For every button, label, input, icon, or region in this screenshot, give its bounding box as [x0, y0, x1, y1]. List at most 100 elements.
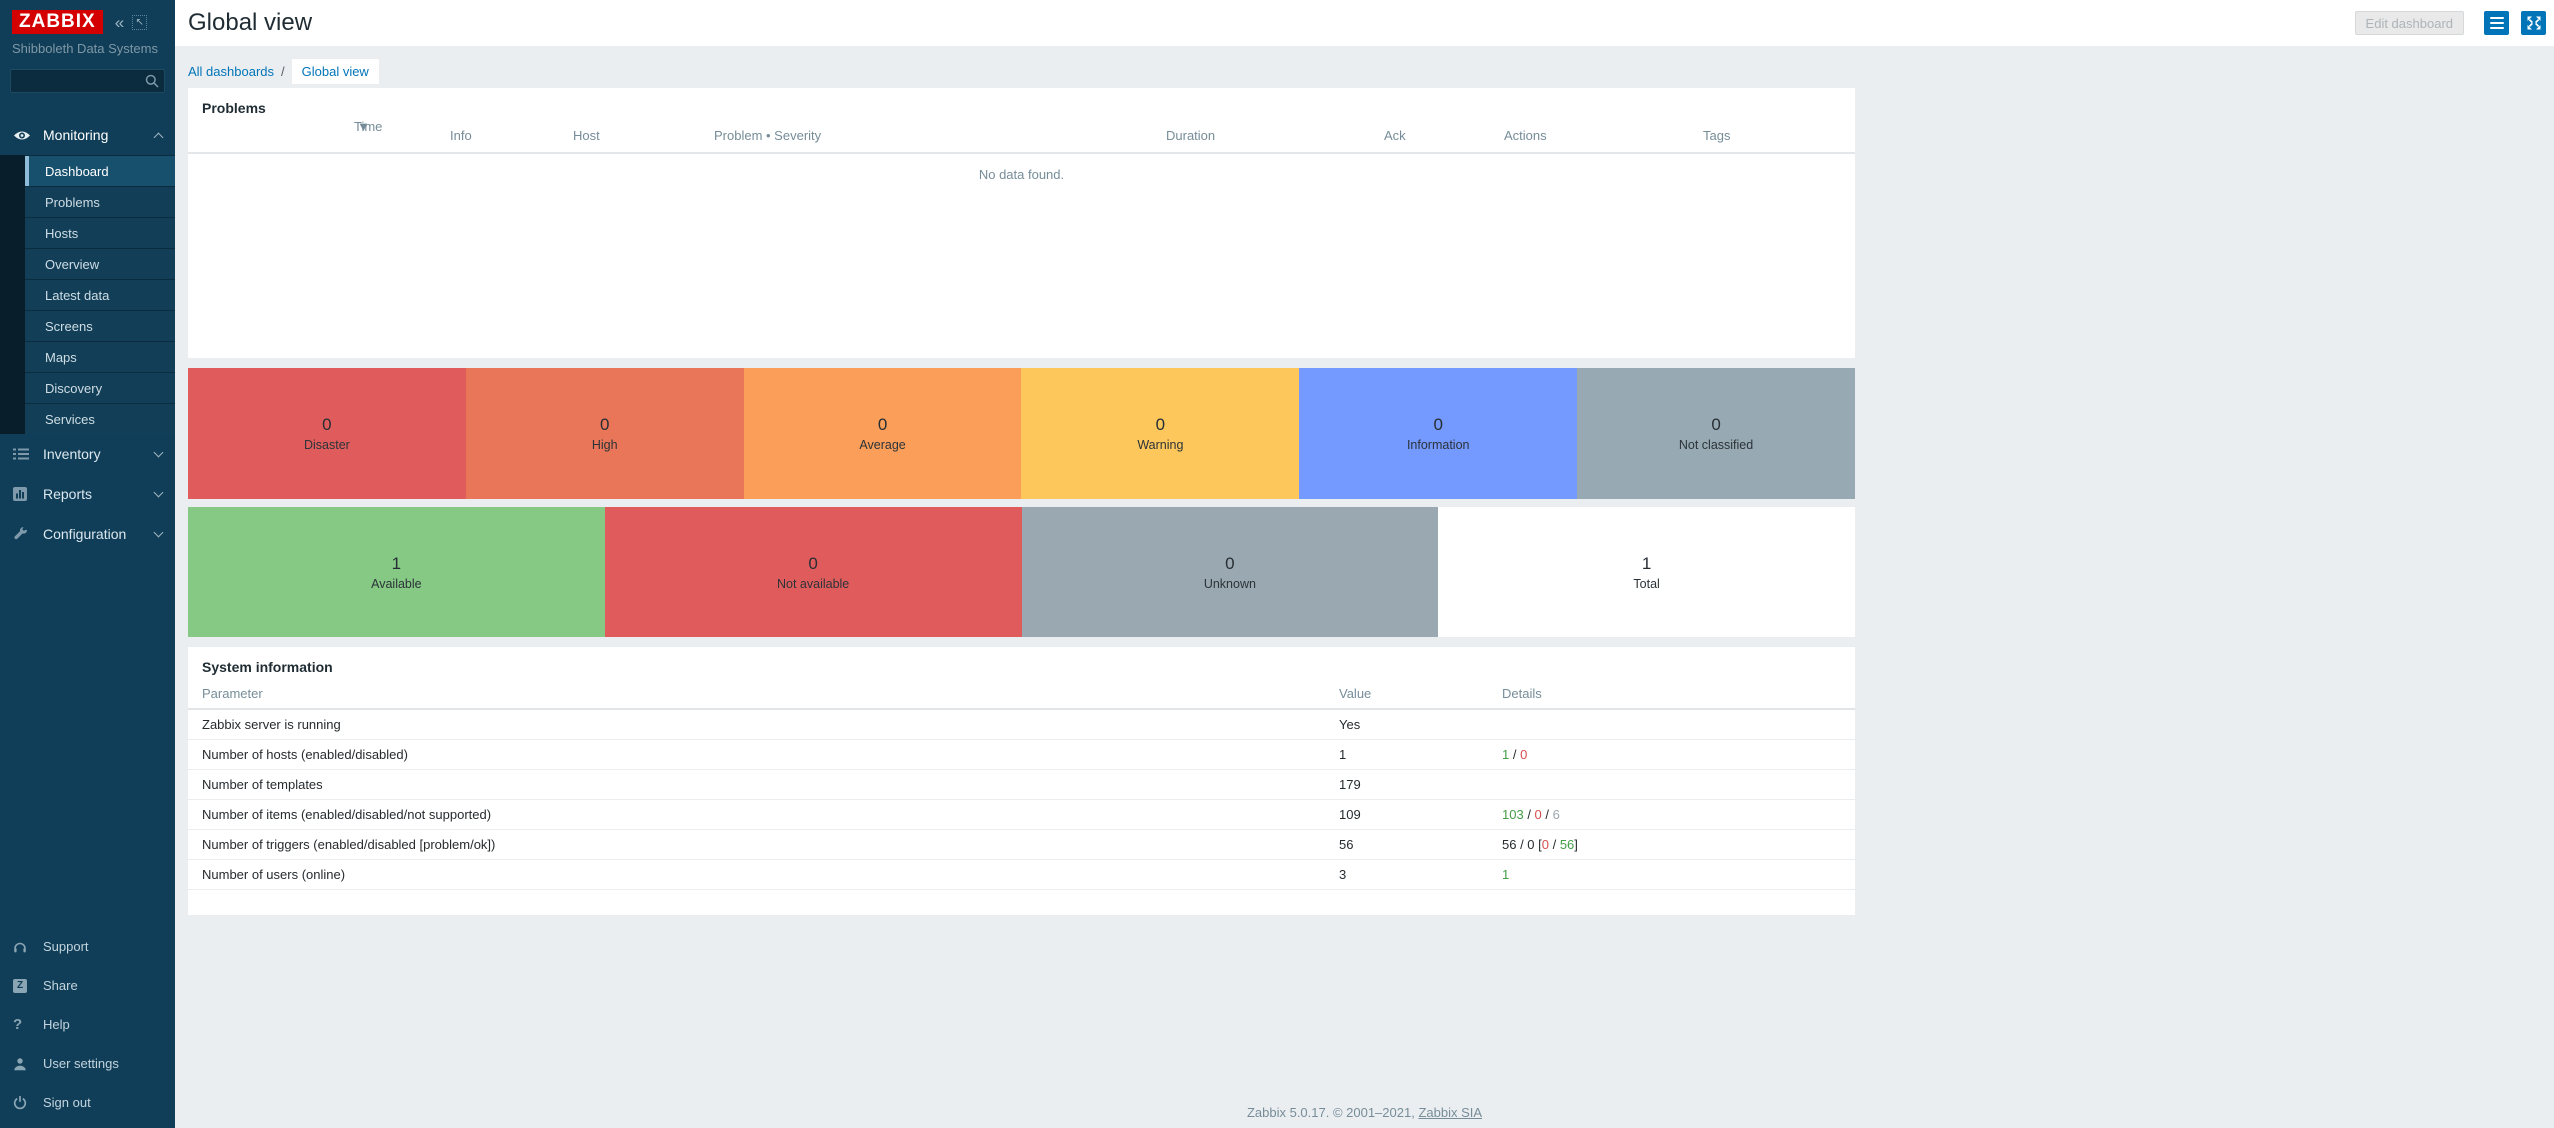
sidebar-item-label: Support [43, 939, 89, 954]
availability-count: 0 [1225, 554, 1234, 574]
details-cell: 1 [1502, 859, 1855, 889]
severity-count: 0 [1433, 415, 1442, 435]
zabbix-logo[interactable]: ZABBIX [12, 10, 103, 34]
sidebar-item-user-settings[interactable]: User settings [0, 1044, 175, 1083]
sidebar-item-label: User settings [43, 1056, 119, 1071]
eye-icon [13, 129, 43, 142]
breadcrumb-separator: / [281, 64, 285, 79]
edit-dashboard-button[interactable]: Edit dashboard [2355, 11, 2464, 35]
list-icon [13, 448, 43, 460]
availability-block-not-available[interactable]: 0 Not available [605, 507, 1022, 637]
sidebar-section-label: Reports [43, 486, 155, 502]
sidebar-menu: Monitoring Dashboard Problems Hosts Over… [0, 115, 175, 554]
value-cell: 179 [1339, 769, 1502, 799]
collapse-sidebar-icon[interactable]: « [115, 14, 124, 31]
sidebar-item-label: Share [43, 978, 78, 993]
severity-block-disaster[interactable]: 0 Disaster [188, 368, 466, 499]
chevron-up-icon [154, 132, 164, 142]
page-title: Global view [188, 9, 2355, 37]
dashboard-content: All dashboards / Global view Problems Ti… [175, 58, 2554, 915]
column-header-host: Host [573, 128, 600, 143]
power-icon [13, 1095, 43, 1110]
headset-icon [13, 940, 43, 954]
sidebar-item-hosts[interactable]: Hosts [25, 217, 175, 248]
search-input[interactable] [10, 69, 165, 93]
value-cell: 1 [1339, 739, 1502, 769]
availability-block-unknown[interactable]: 0 Unknown [1022, 507, 1439, 637]
sidebar-item-overview[interactable]: Overview [25, 248, 175, 279]
severity-label: Disaster [304, 438, 350, 452]
column-header-parameter: Parameter [188, 679, 1339, 709]
table-row: Number of hosts (enabled/disabled) 1 1 /… [188, 739, 1855, 769]
severity-count: 0 [322, 415, 331, 435]
fullscreen-icon [2527, 16, 2541, 30]
column-header-duration: Duration [1166, 128, 1215, 143]
availability-label: Total [1633, 577, 1659, 591]
availability-label: Unknown [1204, 577, 1256, 591]
severity-block-warning[interactable]: 0 Warning [1021, 368, 1299, 499]
parameter-cell: Number of users (online) [188, 859, 1339, 889]
details-cell: 1 / 0 [1502, 739, 1855, 769]
sidebar-item-help[interactable]: ? Help [0, 1005, 175, 1044]
sidebar-section-inventory[interactable]: Inventory [0, 434, 175, 474]
severity-block-information[interactable]: 0 Information [1299, 368, 1577, 499]
zabbix-sia-link[interactable]: Zabbix SIA [1418, 1105, 1482, 1120]
severity-label: Warning [1137, 438, 1183, 452]
sidebar-item-screens[interactable]: Screens [25, 310, 175, 341]
value-cell: 109 [1339, 799, 1502, 829]
sidebar-item-latest-data[interactable]: Latest data [25, 279, 175, 310]
help-icon: ? [13, 1016, 43, 1033]
search-icon[interactable] [145, 74, 159, 91]
details-cell [1502, 709, 1855, 739]
sidebar-item-maps[interactable]: Maps [25, 341, 175, 372]
severity-label: Information [1407, 438, 1470, 452]
hide-sidebar-icon[interactable]: ↖ [132, 15, 147, 30]
severity-block-not-classified[interactable]: 0 Not classified [1577, 368, 1855, 499]
severity-block-average[interactable]: 0 Average [744, 368, 1022, 499]
column-header-ack: Ack [1384, 128, 1406, 143]
kiosk-mode-button[interactable] [2521, 11, 2546, 35]
availability-count: 1 [392, 554, 401, 574]
sidebar-item-support[interactable]: Support [0, 927, 175, 966]
parameter-cell: Number of items (enabled/disabled/not su… [188, 799, 1339, 829]
severity-block-high[interactable]: 0 High [466, 368, 744, 499]
breadcrumb-all-dashboards-link[interactable]: All dashboards [188, 64, 274, 79]
sidebar-item-share[interactable]: Z Share [0, 966, 175, 1005]
sidebar-footer: Support Z Share ? Help User settings Sig… [0, 927, 175, 1122]
column-header-problem-severity: Problem • Severity [714, 128, 821, 143]
monitoring-submenu: Dashboard Problems Hosts Overview Latest… [0, 155, 175, 434]
sort-desc-icon: ▼ [357, 119, 370, 134]
version-text: Zabbix 5.0.17. © 2001–2021, [1247, 1105, 1418, 1120]
hamburger-icon [2490, 17, 2504, 30]
dashboard-menu-button[interactable] [2484, 11, 2509, 35]
severity-count: 0 [1156, 415, 1165, 435]
table-row: Number of triggers (enabled/disabled [pr… [188, 829, 1855, 859]
breadcrumb-current[interactable]: Global view [292, 59, 379, 84]
value-cell: 56 [1339, 829, 1502, 859]
parameter-cell: Zabbix server is running [188, 709, 1339, 739]
details-cell [1502, 769, 1855, 799]
availability-count: 1 [1642, 554, 1651, 574]
sidebar-item-sign-out[interactable]: Sign out [0, 1083, 175, 1122]
availability-block-available[interactable]: 1 Available [188, 507, 605, 637]
table-row: Zabbix server is running Yes [188, 709, 1855, 739]
widget-title: Problems [188, 88, 1855, 116]
sidebar-item-discovery[interactable]: Discovery [25, 372, 175, 403]
sidebar-item-dashboard[interactable]: Dashboard [25, 155, 175, 186]
system-information-table: Parameter Value Details Zabbix server is… [188, 679, 1855, 913]
share-icon: Z [13, 979, 43, 993]
sidebar-item-label: Overview [45, 257, 99, 272]
sidebar-section-configuration[interactable]: Configuration [0, 514, 175, 554]
problems-widget: Problems Time▼ Info Host Problem • Sever… [188, 88, 1855, 358]
availability-block-total[interactable]: 1 Total [1438, 507, 1855, 637]
sidebar-section-monitoring[interactable]: Monitoring [0, 115, 175, 155]
sidebar-section-reports[interactable]: Reports [0, 474, 175, 514]
sidebar-item-label: Dashboard [45, 164, 109, 179]
value-cell: Yes [1339, 709, 1502, 739]
sidebar-item-problems[interactable]: Problems [25, 186, 175, 217]
column-header-info: Info [450, 128, 472, 143]
sidebar-item-label: Maps [45, 350, 77, 365]
problems-table-header: Time▼ Info Host Problem • Severity Durat… [188, 118, 1855, 154]
no-data-message: No data found. [188, 154, 1855, 182]
sidebar-item-services[interactable]: Services [25, 403, 175, 434]
